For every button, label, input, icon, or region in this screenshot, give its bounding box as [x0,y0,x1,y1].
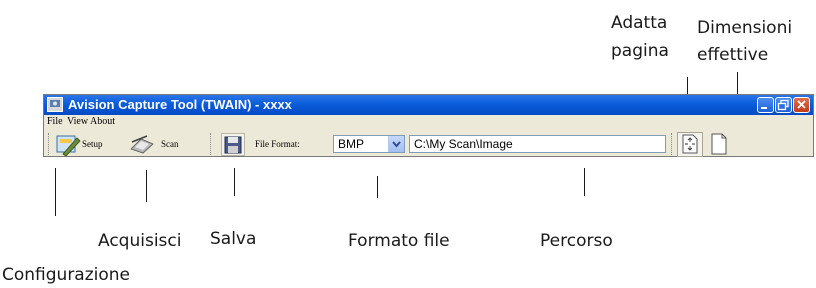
callout-setup: Configurazione [2,265,131,285]
callout-line-setup [55,168,56,216]
save-icon [224,136,242,154]
file-format-value: BMP [338,137,365,151]
callout-actual-size-line1: Dimensioni [697,18,793,38]
toolbar: Setup Scan File Format: BMP C:\My Scan\I… [44,130,813,157]
scan-label[interactable]: Scan [161,138,179,150]
app-window: Avision Capture Tool (TWAIN) - xxxx File… [43,94,814,157]
menu-bar: File View About [44,115,813,129]
setup-icon[interactable] [55,132,81,156]
path-input[interactable]: C:\My Scan\Image [409,135,666,153]
file-format-select[interactable]: BMP [333,135,405,153]
callout-file-format: Formato file [348,231,450,251]
restore-button[interactable] [775,97,792,113]
save-button[interactable] [221,133,245,156]
menu-file[interactable]: File [47,115,63,129]
minimize-icon [761,107,767,109]
toolbar-grip[interactable] [48,133,51,155]
fit-page-icon [682,134,698,154]
file-format-label: File Format: [255,139,300,149]
callout-actual-size-line2: effettive [697,45,769,65]
callout-fit-page-line2: pagina [611,41,669,61]
fit-page-button[interactable] [677,132,703,157]
setup-label[interactable]: Setup [82,138,103,150]
app-scanner-icon [47,97,63,112]
callout-save: Salva [210,229,257,249]
toolbar-grip-2[interactable] [210,133,213,155]
actual-size-icon[interactable] [710,133,728,155]
callout-fit-page-line1: Adatta [611,13,668,33]
minimize-button[interactable] [757,97,774,113]
toolbar-grip-3[interactable] [671,133,674,155]
callout-line-scan [146,170,147,202]
title-bar[interactable]: Avision Capture Tool (TWAIN) - xxxx [44,95,813,115]
chevron-down-icon [392,141,401,148]
file-format-dropdown-button[interactable] [388,136,404,152]
restore-icon [777,99,789,111]
scan-icon[interactable] [129,134,155,154]
close-button[interactable] [793,97,810,113]
close-icon [797,100,806,109]
window-title: Avision Capture Tool (TWAIN) - xxxx [68,97,292,112]
callout-path: Percorso [540,231,613,251]
callout-scan: Acquisisci [98,231,182,251]
callout-line-path [584,168,585,196]
menu-about[interactable]: About [90,115,115,129]
callout-line-save [234,168,235,196]
menu-view[interactable]: View [67,115,88,129]
callout-line-file-format [377,176,378,198]
